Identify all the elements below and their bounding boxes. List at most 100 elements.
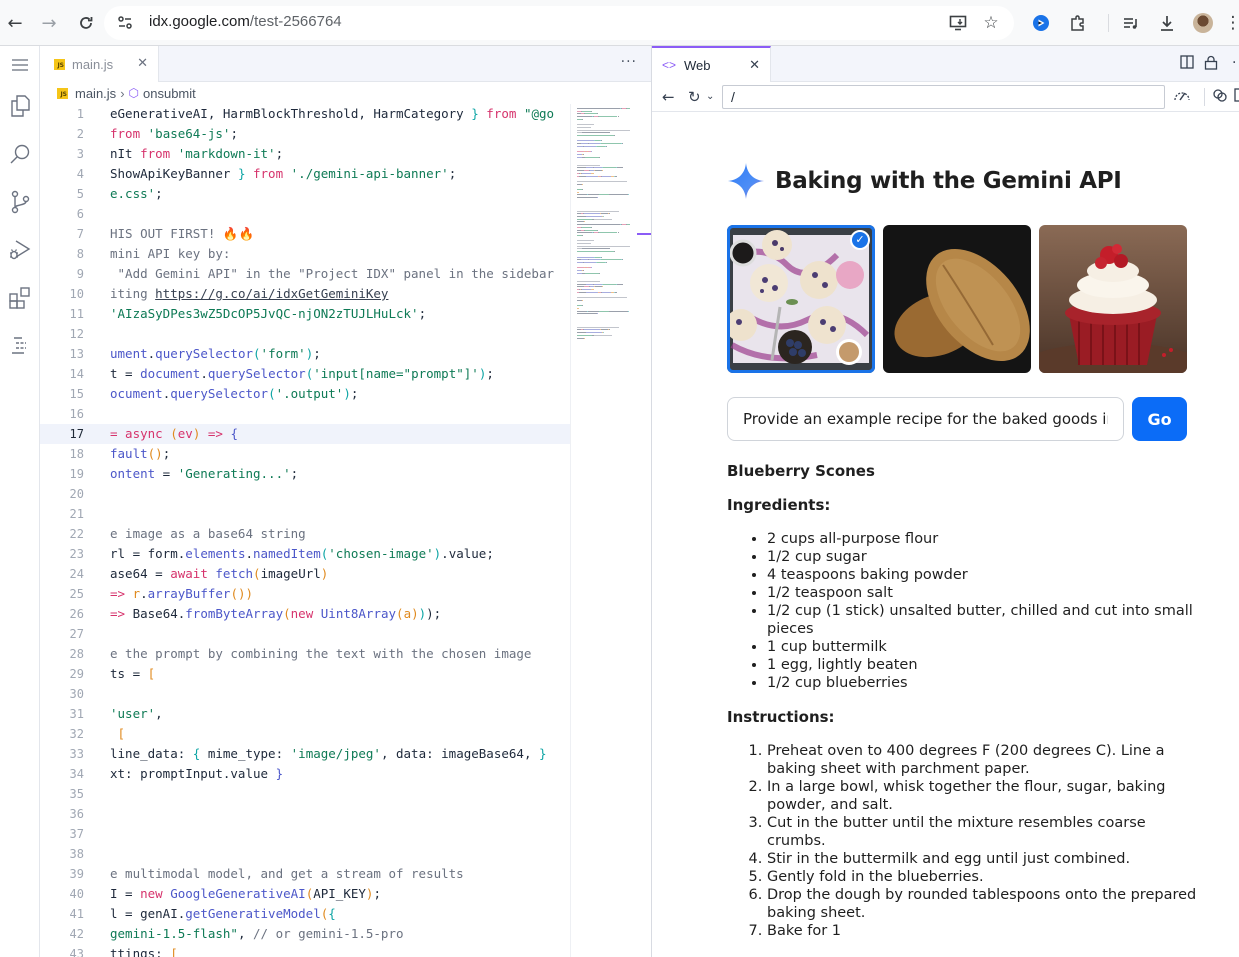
code-line[interactable]: 14 t = document.querySelector('input[name…	[40, 364, 570, 384]
back-icon[interactable]: ←	[3, 11, 27, 35]
code-line[interactable]: 26 => Base64.fromByteArray(new Uint8Array…	[40, 604, 570, 624]
go-button[interactable]: Go	[1132, 397, 1187, 441]
address-bar[interactable]: idx.google.com/test-2566764 ☆	[104, 6, 1014, 40]
breadcrumb-file[interactable]: main.js	[75, 86, 116, 101]
profile-avatar[interactable]	[1193, 13, 1213, 33]
minimap-token	[577, 116, 593, 118]
split-editor-icon[interactable]	[1180, 55, 1194, 73]
extensions-puzzle-icon[interactable]	[1066, 11, 1090, 35]
lock-icon[interactable]	[1204, 55, 1218, 74]
explorer-files-icon[interactable]	[4, 90, 36, 122]
search-icon[interactable]	[4, 138, 36, 170]
reload-icon[interactable]: ↻	[688, 88, 701, 106]
code-line[interactable]: 31 'user',	[40, 704, 570, 724]
code-line[interactable]: 34 xt: promptInput.value }	[40, 764, 570, 784]
js-file-icon: JS	[57, 87, 68, 99]
code-line[interactable]: 41 l = genAI.getGenerativeModel({	[40, 904, 570, 924]
code-line[interactable]: 11 'AIzaSyDPes3wZ5DcOP5JvQC-njON2zTUJLHuL…	[40, 304, 570, 324]
code-line[interactable]: 13 ument.querySelector('form');	[40, 344, 570, 364]
code-line[interactable]: 43 ttings: [	[40, 944, 570, 957]
forward-icon[interactable]: →	[37, 11, 61, 35]
media-controls-icon[interactable]	[1119, 11, 1143, 35]
minimap-token	[586, 216, 603, 217]
run-and-debug-icon[interactable]	[4, 234, 36, 266]
breadcrumb-symbol[interactable]: onsubmit	[143, 86, 196, 101]
code-line[interactable]: 15 ocument.querySelector('.output');	[40, 384, 570, 404]
code-line[interactable]: 8 mini API key by:	[40, 244, 570, 264]
url-text[interactable]: idx.google.com/test-2566764	[149, 13, 342, 30]
tab-main-js[interactable]: JS main.js ✕	[40, 46, 159, 82]
site-settings-icon[interactable]	[116, 14, 134, 32]
code-line[interactable]: 4 ShowApiKeyBanner } from './gemini-api-b…	[40, 164, 570, 184]
code-line[interactable]: 38	[40, 844, 570, 864]
code-line[interactable]: 32 [	[40, 724, 570, 744]
code-token: 'markdown-it'	[177, 146, 276, 161]
code-line[interactable]: 28 e the prompt by combining the text wit…	[40, 644, 570, 664]
code-line[interactable]: 16	[40, 404, 570, 424]
more-actions-icon[interactable]: ···	[621, 54, 637, 70]
outline-icon[interactable]	[4, 330, 36, 362]
minimap-slider[interactable]	[637, 233, 652, 235]
link-icon[interactable]	[1212, 88, 1228, 106]
code-line[interactable]: 7 HIS OUT FIRST! 🔥🔥	[40, 224, 570, 244]
extensions-icon[interactable]	[4, 282, 36, 314]
code-line[interactable]: 19 ontent = 'Generating...';	[40, 464, 570, 484]
code-line[interactable]: 1 eGenerativeAI, HarmBlockThreshold, Harm…	[40, 104, 570, 124]
code-link[interactable]: https://g.co/ai/idxGetGeminiKey	[155, 286, 388, 301]
web-url-input[interactable]	[722, 85, 1165, 109]
code-line[interactable]: 27	[40, 624, 570, 644]
downloads-icon[interactable]	[1155, 11, 1179, 35]
more-actions-icon[interactable]: ·	[1232, 55, 1236, 71]
tab-web[interactable]: <> Web ✕	[652, 46, 771, 82]
code-line[interactable]: 24 ase64 = await fetch(imageUrl)	[40, 564, 570, 584]
image-option-baked-bread[interactable]	[883, 225, 1031, 373]
code-line[interactable]: 25 => r.arrayBuffer())	[40, 584, 570, 604]
code-line[interactable]: 39 e multimodal model, and get a stream o…	[40, 864, 570, 884]
code-token: getGenerativeModel	[185, 906, 321, 921]
chevron-down-icon[interactable]: ⌄	[706, 91, 714, 102]
source-control-icon[interactable]	[4, 186, 36, 218]
minimap-token	[577, 126, 592, 128]
code-line[interactable]: 30	[40, 684, 570, 704]
code-line[interactable]: 36	[40, 804, 570, 824]
code-line[interactable]: 42 gemini-1.5-flash", // or gemini-1.5-pr…	[40, 924, 570, 944]
image-option-blueberry-scones[interactable]: ✓	[727, 225, 875, 373]
code-line[interactable]: 6	[40, 204, 570, 224]
code-line[interactable]: 20	[40, 484, 570, 504]
code-line[interactable]: 2 from 'base64-js';	[40, 124, 570, 144]
devtools-icon[interactable]	[1234, 88, 1239, 106]
code-editor[interactable]: 1 eGenerativeAI, HarmBlockThreshold, Harm…	[40, 104, 570, 957]
code-line[interactable]: 22 e image as a base64 string	[40, 524, 570, 544]
code-line[interactable]: 17 = async (ev) => {	[40, 424, 570, 444]
code-line[interactable]: 29 ts = [	[40, 664, 570, 684]
close-icon[interactable]: ✕	[749, 57, 760, 73]
code-line[interactable]: 21	[40, 504, 570, 524]
code-line[interactable]: 33 line_data: { mime_type: 'image/jpeg', …	[40, 744, 570, 764]
menu-kebab-icon[interactable]: ⋮	[1225, 11, 1239, 35]
code-line[interactable]: 23 rl = form.elements.namedItem('chosen-i…	[40, 544, 570, 564]
code-line[interactable]: 40 I = new GoogleGenerativeAI(API_KEY);	[40, 884, 570, 904]
code-line[interactable]: 10 iting https://g.co/ai/idxGetGeminiKey	[40, 284, 570, 304]
performance-gauge-icon[interactable]	[1173, 88, 1191, 106]
code-line[interactable]: 37	[40, 824, 570, 844]
code-line[interactable]: 3 nIt from 'markdown-it';	[40, 144, 570, 164]
bookmark-star-icon[interactable]: ☆	[981, 13, 1001, 33]
hamburger-menu-icon[interactable]	[4, 49, 36, 81]
code-line[interactable]: 18 fault();	[40, 444, 570, 464]
minimap[interactable]	[570, 104, 652, 957]
line-text: e multimodal model, and get a stream of …	[110, 864, 464, 884]
close-icon[interactable]: ✕	[137, 55, 148, 71]
code-line[interactable]: 35	[40, 784, 570, 804]
reload-icon[interactable]	[74, 11, 98, 35]
extension-play-icon[interactable]	[1029, 11, 1053, 35]
code-line[interactable]: 12	[40, 324, 570, 344]
code-token: "Add Gemini API" in the "Project IDX" pa…	[110, 266, 555, 281]
back-icon[interactable]: ←	[662, 88, 675, 106]
minimap-token	[577, 164, 601, 166]
code-line[interactable]: 9 "Add Gemini API" in the "Project IDX" …	[40, 264, 570, 284]
code-line[interactable]: 5 e.css';	[40, 184, 570, 204]
line-text: e image as a base64 string	[110, 524, 306, 544]
install-app-icon[interactable]	[948, 13, 968, 33]
image-option-red-velvet-cupcake[interactable]	[1039, 225, 1187, 373]
prompt-input[interactable]	[727, 397, 1124, 441]
